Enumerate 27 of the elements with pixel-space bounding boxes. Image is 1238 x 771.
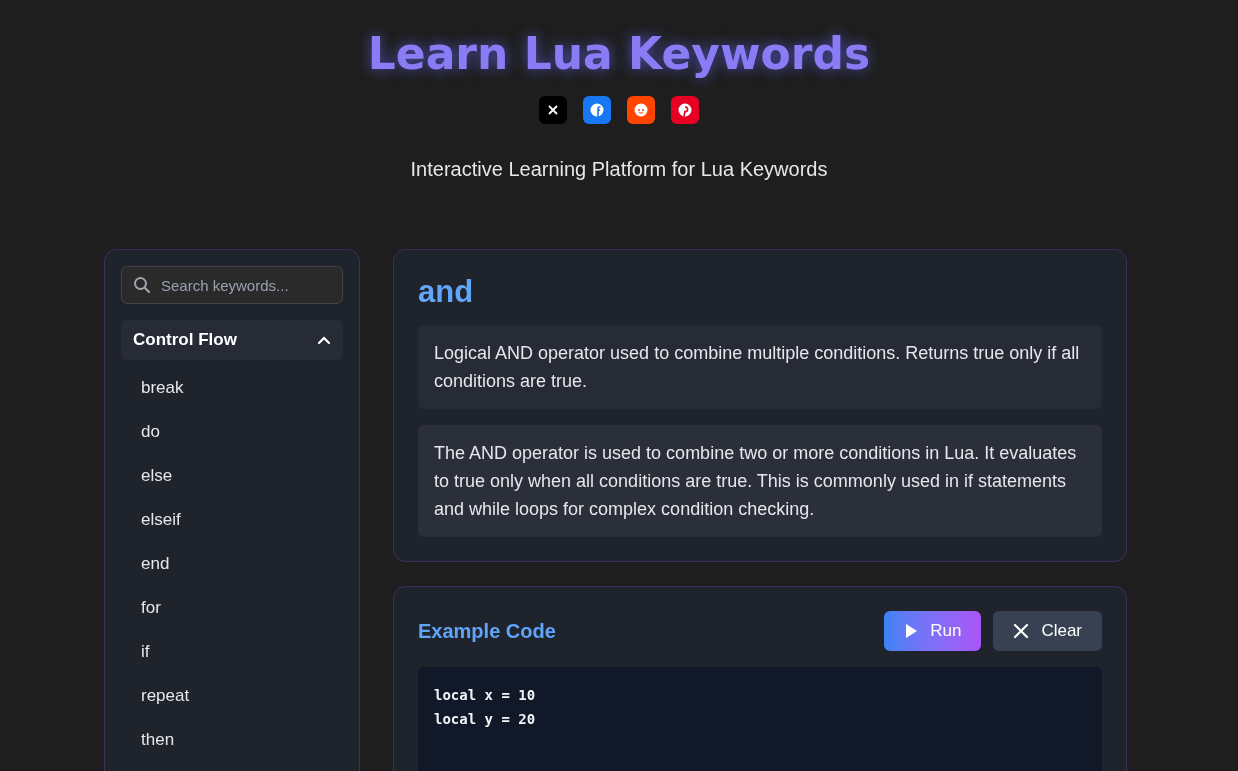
- run-button[interactable]: Run: [884, 611, 982, 651]
- example-title: Example Code: [418, 619, 556, 644]
- page-title: Learn Lua Keywords: [367, 27, 871, 81]
- keyword-link[interactable]: break: [121, 366, 343, 410]
- play-icon: [904, 623, 919, 639]
- keyword-link[interactable]: do: [121, 410, 343, 454]
- keyword-link[interactable]: repeat: [121, 674, 343, 718]
- keyword-link[interactable]: end: [121, 542, 343, 586]
- keyword-link[interactable]: then: [121, 718, 343, 762]
- clear-button[interactable]: Clear: [993, 611, 1102, 651]
- search-field[interactable]: Search keywords...: [121, 266, 343, 304]
- keyword-title: and: [418, 273, 475, 311]
- share-button[interactable]: [539, 96, 567, 124]
- keyword-summary: Logical AND operator used to combine multiple conditions. Returns true only if all conditions are true.: [418, 325, 1102, 409]
- share-button[interactable]: [671, 96, 699, 124]
- search-icon: [133, 276, 151, 294]
- keyword-link[interactable]: for: [121, 586, 343, 630]
- code-editor[interactable]: local x = 10 local y = 20: [418, 667, 1102, 771]
- subtitle: Interactive Learning Platform for Lua Keywords: [410, 157, 828, 182]
- keyword-details: The AND operator is used to combine two or more conditions in Lua. It evaluates to true only when all conditions are true. This is commonly used in if statements and while loops for complex condition checking.: [418, 425, 1102, 537]
- keyword-link[interactable]: else: [121, 454, 343, 498]
- share-button[interactable]: [627, 96, 655, 124]
- share-button[interactable]: [583, 96, 611, 124]
- keyword-link[interactable]: elseif: [121, 498, 343, 542]
- close-icon: [1013, 623, 1030, 639]
- category-header[interactable]: Control Flow: [121, 320, 343, 360]
- keyword-link[interactable]: if: [121, 630, 343, 674]
